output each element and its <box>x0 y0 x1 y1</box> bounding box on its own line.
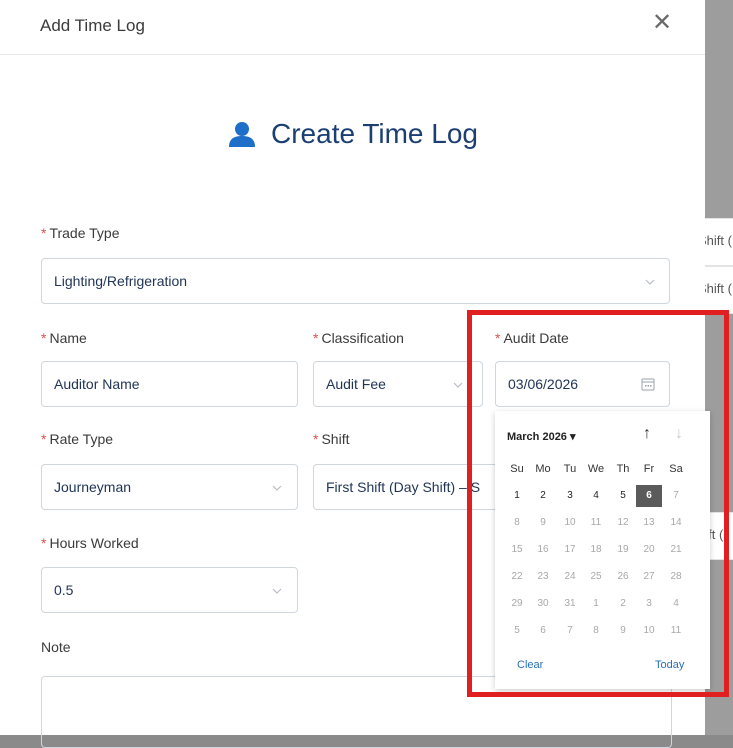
name-input[interactable]: Auditor Name <box>41 361 298 407</box>
trade-type-label: * Trade Type <box>41 225 120 241</box>
calendar-day[interactable]: 5 <box>504 620 530 642</box>
calendar-day[interactable]: 4 <box>583 485 609 507</box>
calendar-day[interactable]: 23 <box>530 566 556 588</box>
calendar-day[interactable]: 21 <box>663 539 689 561</box>
selected-day[interactable]: 6 <box>636 485 662 507</box>
audit-date-input[interactable]: 03/06/2026 <box>495 361 670 407</box>
modal-header: Add Time Log ✕ <box>0 0 705 55</box>
user-icon <box>229 122 255 147</box>
calendar-day[interactable]: 13 <box>636 512 662 534</box>
page-heading: Create Time Log <box>0 118 705 152</box>
modal-title: Add Time Log <box>40 16 145 35</box>
calendar-day[interactable]: 1 <box>583 593 609 615</box>
calendar-day[interactable]: 25 <box>583 566 609 588</box>
weekday-header: Tu <box>563 463 577 475</box>
calendar-day[interactable]: 17 <box>557 539 583 561</box>
rate-type-label: * Rate Type <box>41 431 114 447</box>
rate-type-select[interactable]: Journeyman <box>41 464 298 510</box>
calendar-day[interactable]: 11 <box>663 620 689 642</box>
calendar-day[interactable]: 9 <box>610 620 636 642</box>
calendar-day[interactable]: 30 <box>530 593 556 615</box>
calendar-day[interactable]: 20 <box>636 539 662 561</box>
background-row: Shift ( <box>705 266 733 314</box>
today-button[interactable]: Today <box>655 659 684 671</box>
calendar-day[interactable]: 11 <box>583 512 609 534</box>
trade-type-select[interactable]: Lighting/Refrigeration <box>41 258 670 304</box>
month-selector[interactable]: March 2026 ▾ <box>507 430 576 443</box>
calendar-day[interactable]: 10 <box>557 512 583 534</box>
shift-select[interactable]: First Shift (Day Shift) – S <box>313 464 503 510</box>
calendar-day[interactable]: 15 <box>504 539 530 561</box>
calendar-day[interactable]: 3 <box>557 485 583 507</box>
chevron-down-icon <box>272 485 282 491</box>
calendar-day[interactable]: 29 <box>504 593 530 615</box>
calendar-day[interactable]: 18 <box>583 539 609 561</box>
arrow-up-icon[interactable]: ↑ <box>643 425 651 443</box>
calendar-day[interactable]: 9 <box>530 512 556 534</box>
weekday-header: Fr <box>643 463 655 475</box>
shift-label: * Shift <box>313 431 350 447</box>
calendar-day[interactable]: 8 <box>504 512 530 534</box>
chevron-down-icon <box>272 588 282 594</box>
calendar-day[interactable]: 16 <box>530 539 556 561</box>
calendar-day[interactable]: 6 <box>530 620 556 642</box>
name-label: * Name <box>41 330 87 346</box>
note-label: Note <box>41 639 71 655</box>
page-title: Create Time Log <box>271 118 478 149</box>
date-picker-popup: March 2026 ▾ ↑ ↓ Su Mo Tu We Th Fr Sa 1 2 3 4 5 6 7 8 9… <box>495 411 710 689</box>
calendar-day[interactable]: 22 <box>504 566 530 588</box>
audit-date-label: * Audit Date <box>495 330 569 346</box>
weekday-header: Th <box>616 463 630 475</box>
arrow-down-icon[interactable]: ↓ <box>675 425 683 443</box>
calendar-day[interactable]: 8 <box>583 620 609 642</box>
calendar-day[interactable]: 24 <box>557 566 583 588</box>
calendar-day[interactable]: 14 <box>663 512 689 534</box>
calendar-day[interactable]: 5 <box>610 485 636 507</box>
classification-label: * Classification <box>313 330 404 346</box>
chevron-down-icon <box>645 279 655 285</box>
calendar-day[interactable]: 7 <box>663 485 689 507</box>
weekday-header: Mo <box>535 463 551 475</box>
calendar-day[interactable]: 1 <box>504 485 530 507</box>
calendar-day[interactable]: 28 <box>663 566 689 588</box>
calendar-day[interactable]: 19 <box>610 539 636 561</box>
background-row: Shift ( <box>705 218 733 266</box>
calendar-day[interactable]: 26 <box>610 566 636 588</box>
weekday-header: Su <box>510 463 524 475</box>
calendar-day[interactable]: 4 <box>663 593 689 615</box>
calendar-day[interactable]: 7 <box>557 620 583 642</box>
close-icon[interactable]: ✕ <box>651 10 673 36</box>
chevron-down-icon <box>453 382 463 388</box>
calendar-day[interactable]: 10 <box>636 620 662 642</box>
calendar-day[interactable]: 27 <box>636 566 662 588</box>
clear-button[interactable]: Clear <box>517 659 543 671</box>
calendar-day[interactable]: 12 <box>610 512 636 534</box>
calendar-icon[interactable] <box>641 377 655 391</box>
hours-worked-label: * Hours Worked <box>41 535 139 551</box>
calendar-day[interactable]: 2 <box>530 485 556 507</box>
calendar-day[interactable]: 2 <box>610 593 636 615</box>
weekday-header: Sa <box>669 463 683 475</box>
classification-select[interactable]: Audit Fee <box>313 361 483 407</box>
calendar-day[interactable]: 31 <box>557 593 583 615</box>
hours-worked-select[interactable]: 0.5 <box>41 567 298 613</box>
calendar-day[interactable]: 3 <box>636 593 662 615</box>
weekday-header: We <box>587 463 605 475</box>
